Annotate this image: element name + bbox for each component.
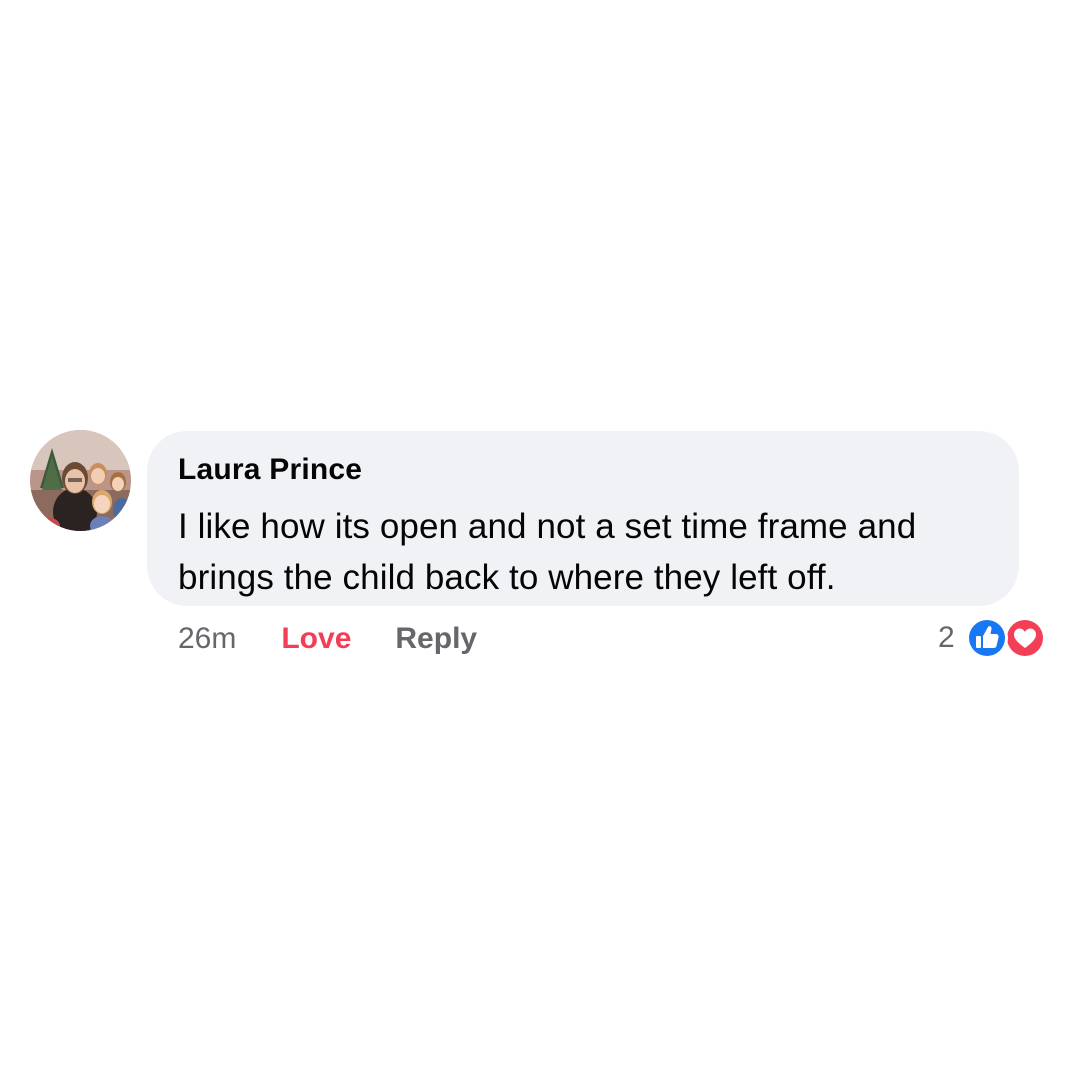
reaction-summary[interactable]: 2 <box>938 615 1049 661</box>
like-icon <box>965 617 1008 659</box>
comment-author-name[interactable]: Laura Prince <box>178 453 989 487</box>
comment-actions-bar: 26m Love Reply <box>178 618 477 660</box>
avatar[interactable] <box>30 430 131 531</box>
comment-text: I like how its open and not a set time f… <box>178 507 917 597</box>
comment-timestamp[interactable]: 26m <box>178 622 236 656</box>
reply-button[interactable]: Reply <box>395 622 477 656</box>
love-reaction-button[interactable]: Love <box>281 622 351 656</box>
reaction-count: 2 <box>938 621 955 654</box>
comment-bubble: Laura Prince I like how its open and not… <box>147 431 1019 606</box>
love-icon <box>1003 617 1046 659</box>
comment-container: Laura Prince I like how its open and not… <box>0 0 1080 1080</box>
reaction-icons <box>965 616 1049 660</box>
